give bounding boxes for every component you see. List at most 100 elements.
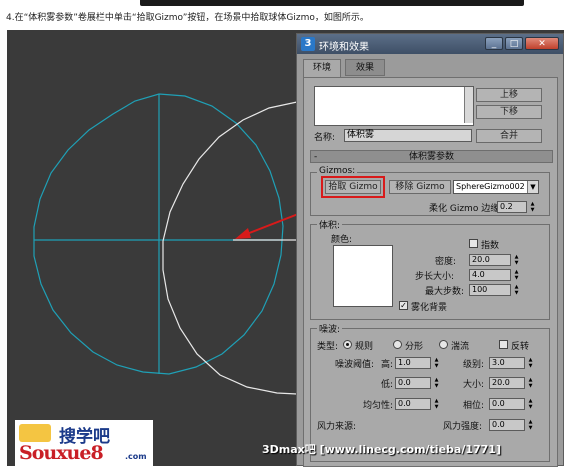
gizmos-group-title: Gizmos: <box>317 166 358 176</box>
noise-type-label: 类型: <box>317 342 339 352</box>
spinner-arrows-icon[interactable]: ▲ ▼ <box>527 398 534 410</box>
radio-turbulence-label: 湍流 <box>451 342 470 352</box>
size-value[interactable]: 20.0 <box>489 377 525 389</box>
uniformity-value[interactable]: 0.0 <box>395 398 431 410</box>
spinner-arrows-icon[interactable]: ▲ ▼ <box>529 201 536 213</box>
logo-mark-icon <box>19 424 51 442</box>
minimize-icon[interactable]: _ <box>485 37 503 50</box>
step-size-value[interactable]: 4.0 <box>469 269 511 281</box>
top-dark-bar <box>140 0 524 6</box>
invert-checkbox[interactable] <box>499 340 508 349</box>
remove-gizmo-button[interactable]: 移除 Gizmo <box>389 180 451 194</box>
spinner-arrows-icon[interactable]: ▲ ▼ <box>433 398 440 410</box>
collapse-icon: - <box>314 152 318 162</box>
spinner-arrows-icon[interactable]: ▲ ▼ <box>433 357 440 369</box>
tab-effects[interactable]: 效果 <box>345 59 385 76</box>
listbox-scrollbar[interactable] <box>464 87 473 123</box>
uniformity-spinner[interactable]: 0.0 ▲ ▼ <box>395 398 441 410</box>
radio-regular[interactable] <box>343 340 352 349</box>
high-spinner[interactable]: 1.0 ▲ ▼ <box>395 357 441 369</box>
environment-panel: 上移 下移 名称: 体积雾 合并 - 体积雾参数 Gizmos: 拾取 Gizm… <box>303 77 558 467</box>
phase-value[interactable]: 0.0 <box>489 398 525 410</box>
noise-group-title: 噪波: <box>317 322 343 335</box>
fog-background-label: 雾化背景 <box>411 303 448 313</box>
step-size-spinner[interactable]: 4.0 ▲ ▼ <box>469 269 521 281</box>
radio-fractal[interactable] <box>393 340 402 349</box>
tab-environment[interactable]: 环境 <box>303 59 341 77</box>
wind-strength-spinner[interactable]: 0.0 ▲ ▼ <box>489 419 535 431</box>
max-steps-value[interactable]: 100 <box>469 284 511 296</box>
merge-button[interactable]: 合并 <box>476 129 542 143</box>
wind-strength-label: 风力强度: <box>443 422 483 432</box>
radio-fractal-label: 分形 <box>405 342 424 352</box>
spinner-arrows-icon[interactable]: ▲ ▼ <box>527 419 534 431</box>
spinner-arrows-icon[interactable]: ▲ ▼ <box>433 377 440 389</box>
step-size-label: 步长大小: <box>415 272 455 282</box>
instruction-caption: 4.在“体积雾参数”卷展栏中单击“拾取Gizmo”按钮，在场景中拾取球体Gizm… <box>6 13 369 23</box>
max-logo-icon: 3 <box>301 37 315 51</box>
move-down-button[interactable]: 下移 <box>476 105 542 119</box>
size-spinner[interactable]: 20.0 ▲ ▼ <box>489 377 535 389</box>
radio-turbulence[interactable] <box>439 340 448 349</box>
soften-edges-spinner[interactable]: 0.2 ▲ ▼ <box>497 201 537 213</box>
wind-strength-value[interactable]: 0.0 <box>489 419 525 431</box>
spinner-arrows-icon[interactable]: ▲ ▼ <box>513 254 520 266</box>
level-spinner[interactable]: 3.0 ▲ ▼ <box>489 357 535 369</box>
close-icon[interactable]: ✕ <box>525 37 559 50</box>
volume-group-title: 体积: <box>317 218 343 231</box>
phase-label: 相位: <box>463 401 485 411</box>
gizmos-group: Gizmos: 拾取 Gizmo 移除 Gizmo SphereGizmo002… <box>310 166 550 216</box>
size-label: 大小: <box>463 380 485 390</box>
low-spinner[interactable]: 0.0 ▲ ▼ <box>395 377 441 389</box>
exponential-label: 指数 <box>481 241 500 251</box>
site-watermark: 3Dmax吧 [www.linecg.com/tieba/1771] <box>262 443 501 456</box>
noise-threshold-label: 噪波阈值: <box>335 360 375 370</box>
pick-gizmo-highlight <box>321 176 385 198</box>
volume-group: 体积: 颜色: 指数 密度: 20.0 ▲ ▼ 步长大小: 4.0 ▲ ▼ 最大步数… <box>310 218 550 320</box>
window-title: 环境和效果 <box>319 42 369 53</box>
effects-listbox[interactable] <box>314 86 474 126</box>
soften-edges-label: 柔化 Gizmo 边缘: <box>429 204 503 214</box>
maximize-icon[interactable]: □ <box>505 37 523 50</box>
logo-domain-text: .com <box>125 452 147 461</box>
max-steps-label: 最大步数: <box>425 287 465 297</box>
name-label: 名称: <box>314 133 336 143</box>
level-label: 级别: <box>463 360 485 370</box>
gizmo-dropdown[interactable]: SphereGizmo002 ▼ <box>453 180 539 194</box>
chevron-down-icon: ▼ <box>527 181 538 193</box>
low-value[interactable]: 0.0 <box>395 377 431 389</box>
invert-label: 反转 <box>511 342 530 352</box>
exponential-checkbox[interactable] <box>469 239 478 248</box>
level-value[interactable]: 3.0 <box>489 357 525 369</box>
volume-fog-rollout-header[interactable]: - 体积雾参数 <box>310 150 553 163</box>
gizmo-wireframe <box>162 101 298 395</box>
window-titlebar[interactable]: 3 环境和效果 _ □ ✕ <box>297 34 563 54</box>
phase-spinner[interactable]: 0.0 ▲ ▼ <box>489 398 535 410</box>
move-up-button[interactable]: 上移 <box>476 88 542 102</box>
density-value[interactable]: 20.0 <box>469 254 511 266</box>
max-steps-spinner[interactable]: 100 ▲ ▼ <box>469 284 521 296</box>
soften-edges-value[interactable]: 0.2 <box>497 201 527 213</box>
spinner-arrows-icon[interactable]: ▲ ▼ <box>527 357 534 369</box>
spinner-arrows-icon[interactable]: ▲ ▼ <box>527 377 534 389</box>
top-strip <box>0 0 576 8</box>
density-spinner[interactable]: 20.0 ▲ ▼ <box>469 254 521 266</box>
environment-effects-window: 3 环境和效果 _ □ ✕ 环境 效果 上移 下移 名称: 体积雾 合并 - 体… <box>296 33 564 467</box>
spinner-arrows-icon[interactable]: ▲ ▼ <box>513 284 520 296</box>
uniformity-label: 均匀性: <box>363 401 394 411</box>
souxue8-logo: 搜学吧 Souxue8 .com <box>15 420 153 466</box>
rollout-title: 体积雾参数 <box>408 152 454 162</box>
logo-en-text: Souxue8 <box>19 442 104 464</box>
spinner-arrows-icon[interactable]: ▲ ▼ <box>513 269 520 281</box>
fog-color-swatch[interactable] <box>333 245 393 307</box>
wind-source-label: 风力来源: <box>317 422 357 432</box>
low-label: 低: <box>381 380 394 390</box>
pick-arrow-head <box>235 228 251 239</box>
high-label: 高: <box>381 360 394 370</box>
name-field[interactable]: 体积雾 <box>344 129 472 142</box>
fog-background-checkbox[interactable]: ✓ <box>399 301 408 310</box>
density-label: 密度: <box>435 257 457 267</box>
radio-regular-label: 规则 <box>355 342 374 352</box>
color-label: 颜色: <box>331 235 353 245</box>
high-value[interactable]: 1.0 <box>395 357 431 369</box>
